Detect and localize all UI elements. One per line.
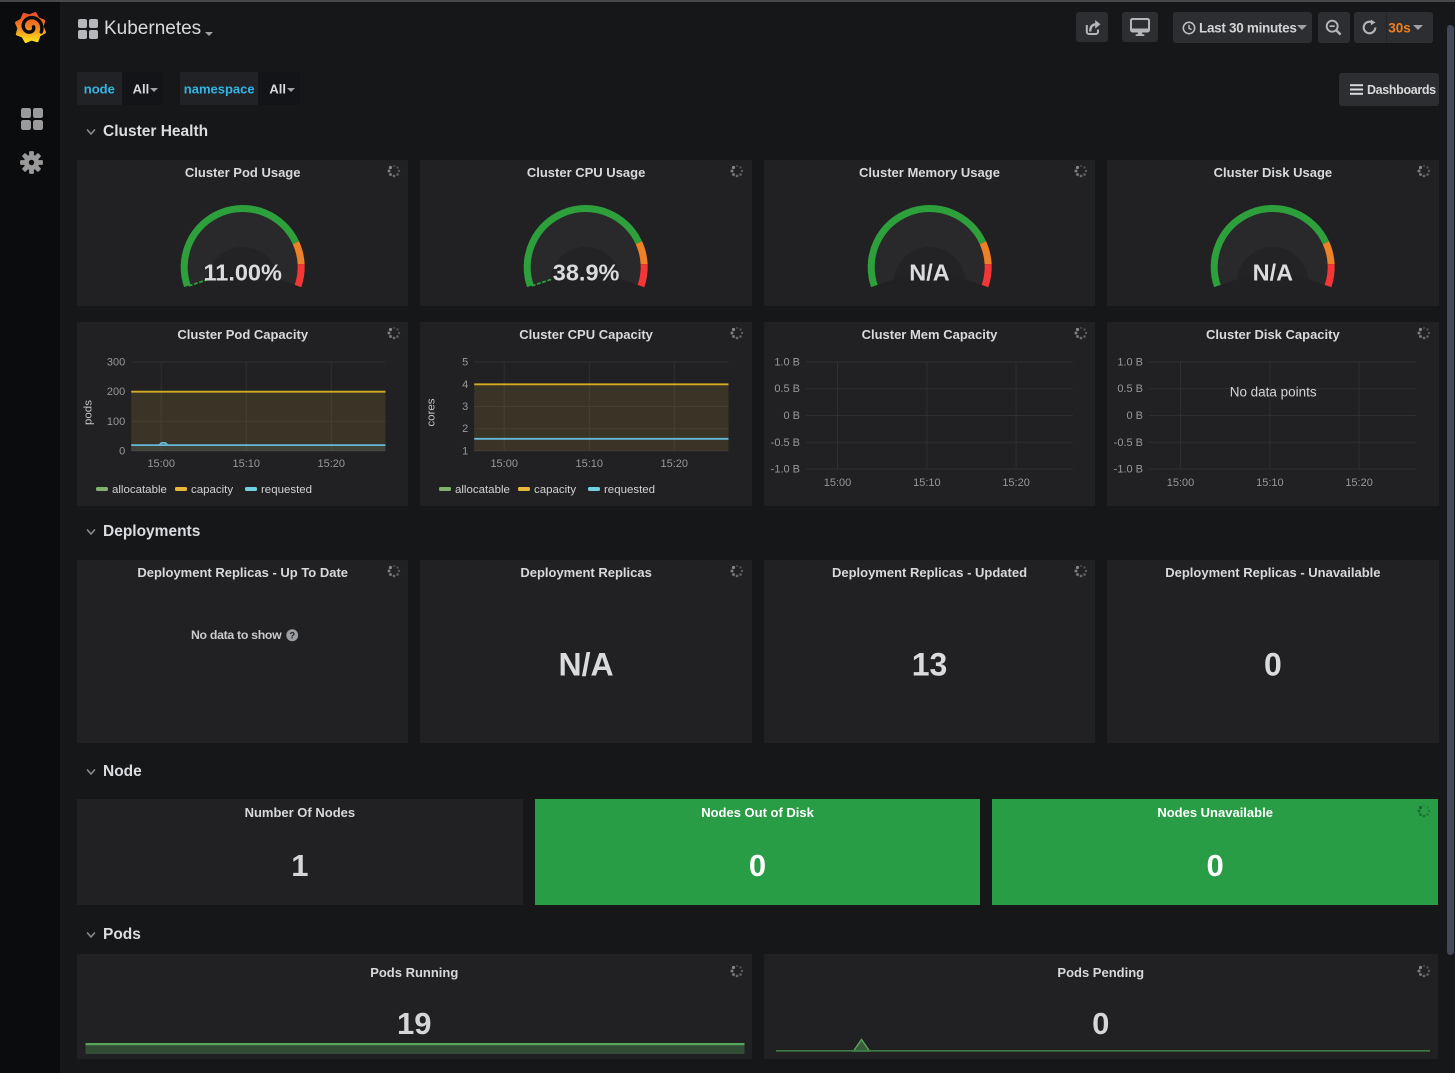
svg-text:15:10: 15:10 [1256, 477, 1284, 489]
svg-text:15:00: 15:00 [1167, 477, 1195, 489]
svg-text:pods: pods [82, 400, 94, 425]
svg-text:15:20: 15:20 [318, 458, 346, 470]
svg-text:allocatable: allocatable [455, 484, 510, 496]
svg-text:15:20: 15:20 [1346, 477, 1374, 489]
svg-text:0 B: 0 B [783, 410, 800, 422]
svg-text:-1.0 B: -1.0 B [770, 463, 799, 475]
svg-text:-0.5 B: -0.5 B [770, 437, 799, 449]
svg-text:No data points: No data points [1230, 385, 1317, 400]
svg-text:100: 100 [107, 416, 125, 428]
svg-text:15:00: 15:00 [491, 458, 519, 470]
svg-text:200: 200 [107, 386, 125, 398]
svg-text:requested: requested [604, 484, 655, 496]
svg-text:allocatable: allocatable [112, 484, 167, 496]
svg-text:4: 4 [462, 379, 468, 391]
svg-text:-1.0 B: -1.0 B [1114, 463, 1143, 475]
svg-text:5: 5 [462, 357, 468, 369]
svg-text:1: 1 [462, 445, 468, 457]
svg-text:?: ? [289, 630, 295, 640]
svg-text:300: 300 [107, 357, 125, 369]
svg-text:0.5 B: 0.5 B [774, 383, 800, 395]
svg-text:15:10: 15:10 [233, 458, 261, 470]
svg-text:0: 0 [119, 445, 125, 457]
svg-text:-0.5 B: -0.5 B [1114, 437, 1143, 449]
svg-text:15:20: 15:20 [1002, 477, 1030, 489]
svg-text:2: 2 [462, 423, 468, 435]
svg-text:1.0 B: 1.0 B [774, 357, 800, 369]
svg-text:capacity: capacity [191, 484, 233, 496]
svg-text:15:10: 15:10 [913, 477, 941, 489]
svg-text:capacity: capacity [534, 484, 576, 496]
svg-text:0 B: 0 B [1127, 410, 1144, 422]
svg-text:requested: requested [261, 484, 312, 496]
svg-text:15:10: 15:10 [576, 458, 604, 470]
svg-text:0.5 B: 0.5 B [1118, 383, 1144, 395]
svg-text:15:20: 15:20 [661, 458, 689, 470]
svg-text:3: 3 [462, 401, 468, 413]
svg-text:1.0 B: 1.0 B [1118, 357, 1144, 369]
svg-text:15:00: 15:00 [824, 477, 852, 489]
svg-text:cores: cores [426, 398, 438, 426]
svg-text:15:00: 15:00 [147, 458, 175, 470]
